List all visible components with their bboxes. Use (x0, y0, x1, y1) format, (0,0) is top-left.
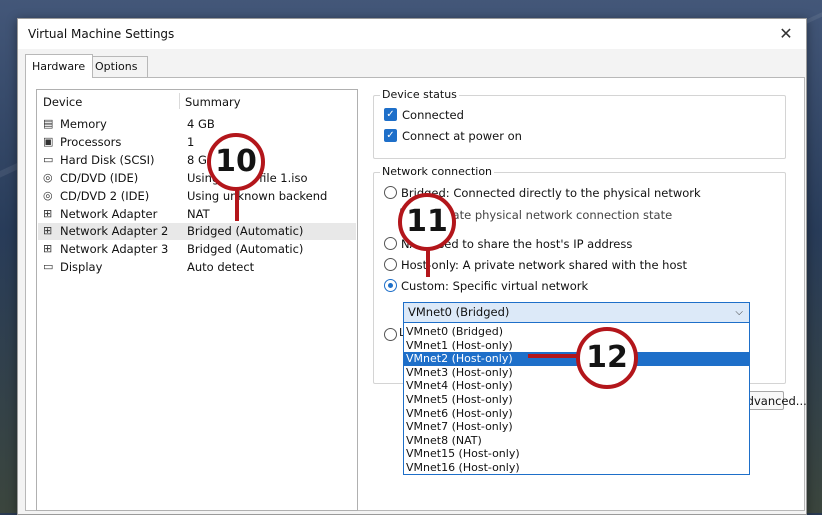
device-summary: Auto detect (187, 260, 255, 274)
network-dropdown-list[interactable]: VMnet0 (Bridged) VMnet1 (Host-only) VMne… (403, 322, 750, 475)
device-list-header: Device Summary (37, 90, 357, 110)
custom-network-select[interactable]: VMnet0 (Bridged) ⌵ (403, 302, 750, 323)
device-row-network-adapter-2[interactable]: ⊞ Network Adapter 2 Bridged (Automatic) (38, 223, 356, 240)
bridged-radio[interactable] (384, 186, 397, 199)
network-connection-title: Network connection (380, 165, 495, 178)
dropdown-option[interactable]: VMnet7 (Host-only) (404, 420, 749, 434)
network-adapter-icon: ⊞ (43, 207, 53, 220)
device-summary: 4 GB (187, 117, 215, 131)
device-row-display[interactable]: ▭ Display Auto detect (38, 259, 356, 276)
device-row-network-adapter[interactable]: ⊞ Network Adapter NAT (38, 206, 356, 223)
dropdown-option[interactable]: VMnet16 (Host-only) (404, 461, 749, 475)
host-only-radio[interactable] (384, 258, 397, 271)
title-bar: Virtual Machine Settings ✕ (18, 19, 806, 49)
device-row-cd-dvd[interactable]: ◎ CD/DVD (IDE) Using file ...-file 1.iso (38, 170, 356, 187)
lan-segment-radio[interactable] (384, 328, 397, 341)
device-summary: NAT (187, 207, 210, 221)
device-row-memory[interactable]: ▤ Memory 4 GB (38, 116, 356, 133)
connect-at-power-on-label: Connect at power on (402, 129, 522, 143)
connected-checkbox[interactable]: ✓ (384, 108, 397, 121)
device-list: Device Summary ▤ Memory 4 GB ▣ Processor… (36, 89, 358, 511)
display-icon: ▭ (43, 260, 54, 273)
device-name: Processors (60, 135, 122, 149)
window-title: Virtual Machine Settings (28, 27, 175, 41)
device-status-group: Device status (373, 88, 786, 159)
device-name: Memory (60, 117, 107, 131)
cd-dvd-icon: ◎ (43, 171, 53, 184)
callout-pointer (528, 354, 580, 358)
device-name: Network Adapter (60, 207, 158, 221)
device-summary: 1 (187, 135, 195, 149)
connect-at-power-on-checkbox[interactable]: ✓ (384, 129, 397, 142)
device-name: Network Adapter 2 (60, 224, 169, 238)
device-name: Hard Disk (SCSI) (60, 153, 155, 167)
dropdown-option[interactable]: VMnet0 (Bridged) (404, 325, 749, 339)
tab-hardware[interactable]: Hardware (25, 54, 93, 78)
device-row-processors[interactable]: ▣ Processors 1 (38, 134, 356, 151)
replicate-label: Replicate physical network connection st… (418, 208, 673, 222)
network-adapter-icon: ⊞ (43, 242, 53, 255)
custom-radio[interactable] (384, 279, 397, 292)
device-name: Network Adapter 3 (60, 242, 169, 256)
device-status-title: Device status (380, 88, 459, 101)
callout-badge-10: 10 (207, 133, 265, 191)
device-summary: Bridged (Automatic) (187, 224, 304, 238)
tab-options[interactable]: Options (88, 56, 148, 77)
hard-disk-icon: ▭ (43, 153, 54, 166)
dropdown-option[interactable]: VMnet6 (Host-only) (404, 407, 749, 421)
processor-icon: ▣ (43, 135, 54, 148)
dropdown-option[interactable]: VMnet3 (Host-only) (404, 366, 749, 380)
device-row-hard-disk[interactable]: ▭ Hard Disk (SCSI) 8 GB (38, 152, 356, 169)
device-row-network-adapter-3[interactable]: ⊞ Network Adapter 3 Bridged (Automatic) (38, 241, 356, 258)
nat-radio[interactable] (384, 237, 397, 250)
host-only-label: Host-only: A private network shared with… (401, 258, 688, 272)
dropdown-option[interactable]: VMnet15 (Host-only) (404, 447, 749, 461)
device-summary: Using unknown backend (187, 189, 328, 203)
column-separator (179, 93, 180, 109)
dropdown-option[interactable]: VMnet8 (NAT) (404, 434, 749, 448)
callout-badge-12: 12 (576, 327, 638, 389)
network-adapter-icon: ⊞ (43, 224, 53, 237)
device-name: Display (60, 260, 103, 274)
column-header-summary[interactable]: Summary (185, 92, 241, 112)
cd-dvd-icon: ◎ (43, 189, 53, 202)
close-icon[interactable]: ✕ (766, 19, 806, 49)
custom-label: Custom: Specific virtual network (401, 279, 589, 293)
selected-network: VMnet0 (Bridged) (408, 305, 510, 319)
dropdown-option[interactable]: VMnet5 (Host-only) (404, 393, 749, 407)
bridged-label: Bridged: Connected directly to the physi… (401, 186, 701, 200)
device-row-cd-dvd-2[interactable]: ◎ CD/DVD 2 (IDE) Using unknown backend (38, 188, 356, 205)
memory-icon: ▤ (43, 117, 54, 130)
chevron-down-icon[interactable]: ⌵ (735, 303, 743, 322)
connected-label: Connected (402, 108, 464, 122)
device-name: CD/DVD 2 (IDE) (60, 189, 150, 203)
device-name: CD/DVD (IDE) (60, 171, 139, 185)
dropdown-option[interactable]: VMnet4 (Host-only) (404, 379, 749, 393)
callout-badge-11: 11 (398, 193, 456, 251)
device-summary: Bridged (Automatic) (187, 242, 304, 256)
column-header-device[interactable]: Device (43, 92, 82, 112)
